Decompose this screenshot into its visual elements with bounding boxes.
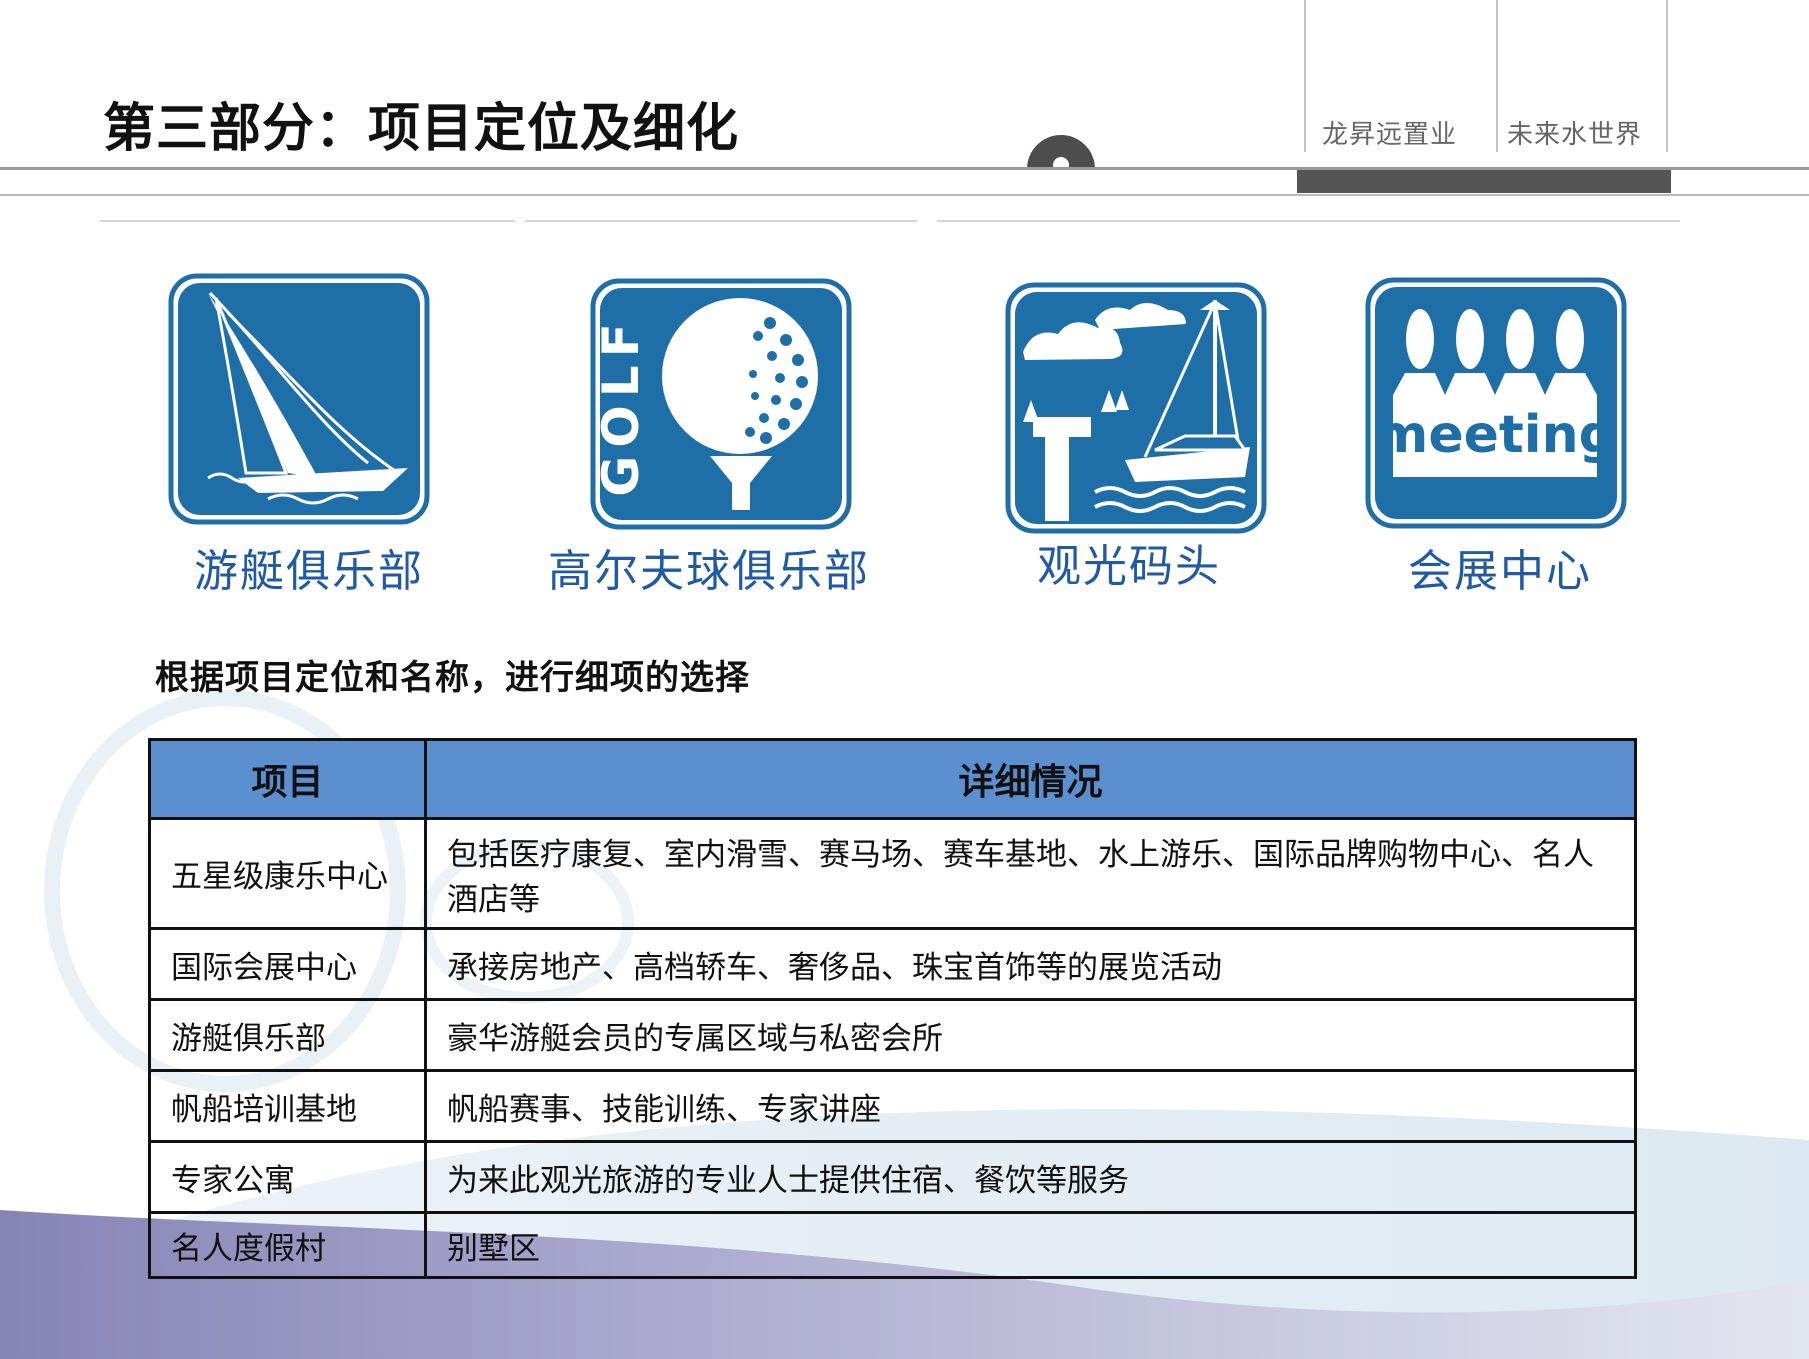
- cell-detail: 承接房地产、高档轿车、奢侈品、珠宝首饰等的展览活动: [424, 927, 1637, 1001]
- cell-detail: 包括医疗康复、室内滑雪、赛马场、赛车基地、水上游乐、国际品牌购物中心、名人酒店等: [424, 817, 1637, 930]
- cell-item: 专家公寓: [148, 1140, 427, 1214]
- divider: [100, 220, 515, 222]
- cell-item: 国际会展中心: [148, 927, 427, 1001]
- table-row: 名人度假村 别墅区: [148, 1211, 1637, 1279]
- cell-item: 帆船培训基地: [148, 1069, 427, 1143]
- section-subtitle: 根据项目定位和名称，进行细项的选择: [155, 658, 750, 698]
- icon-label-sightseeing-pier: 观光码头: [1037, 541, 1221, 592]
- icon-label-golf-club: 高尔夫球俱乐部: [548, 546, 870, 597]
- icon-label-convention-center: 会展中心: [1408, 546, 1592, 597]
- table-row: 帆船培训基地 帆船赛事、技能训练、专家讲座: [148, 1069, 1637, 1143]
- header-divider: [1496, 0, 1498, 152]
- cell-detail: 为来此观光旅游的专业人士提供住宿、餐饮等服务: [424, 1140, 1637, 1214]
- sailboat-icon: [168, 273, 430, 525]
- meeting-text: meeting: [1374, 405, 1616, 465]
- golf-ball-icon: GOLF: [590, 278, 852, 530]
- table-row: 专家公寓 为来此观光旅游的专业人士提供住宿、餐饮等服务: [148, 1140, 1637, 1214]
- header-detail: 详细情况: [424, 738, 1637, 820]
- table-row: 国际会展中心 承接房地产、高档轿车、奢侈品、珠宝首饰等的展览活动: [148, 927, 1637, 1001]
- table-row: 游艇俱乐部 豪华游艇会员的专属区域与私密会所: [148, 998, 1637, 1072]
- cell-detail: 别墅区: [424, 1211, 1637, 1279]
- header-rule: [0, 194, 1809, 196]
- table-row: 五星级康乐中心 包括医疗康复、室内滑雪、赛马场、赛车基地、水上游乐、国际品牌购物…: [148, 817, 1637, 930]
- header-item: 项目: [148, 738, 427, 820]
- cell-detail: 豪华游艇会员的专属区域与私密会所: [424, 998, 1637, 1072]
- header-divider: [1666, 0, 1668, 152]
- header-semicircle-icon: [1027, 135, 1095, 169]
- brand-project: 未来水世界: [1507, 120, 1643, 150]
- brand-company: 龙昇远置业: [1322, 120, 1458, 150]
- meeting-icon: meeting: [1365, 277, 1627, 529]
- golf-text: GOLF: [592, 315, 650, 497]
- header-divider: [1304, 0, 1306, 152]
- harbor-icon: [1005, 282, 1267, 534]
- divider: [525, 220, 917, 222]
- cell-item: 游艇俱乐部: [148, 998, 427, 1072]
- cell-detail: 帆船赛事、技能训练、专家讲座: [424, 1069, 1637, 1143]
- icon-label-yacht-club: 游艇俱乐部: [194, 546, 424, 597]
- divider: [937, 220, 1680, 222]
- table-header-row: 项目 详细情况: [148, 738, 1637, 820]
- cell-item: 五星级康乐中心: [148, 817, 427, 930]
- cell-item: 名人度假村: [148, 1211, 427, 1279]
- header-accent-bar: [1297, 170, 1671, 193]
- page-title: 第三部分：项目定位及细化: [103, 99, 740, 159]
- detail-table: 项目 详细情况 五星级康乐中心 包括医疗康复、室内滑雪、赛马场、赛车基地、水上游…: [148, 738, 1637, 1279]
